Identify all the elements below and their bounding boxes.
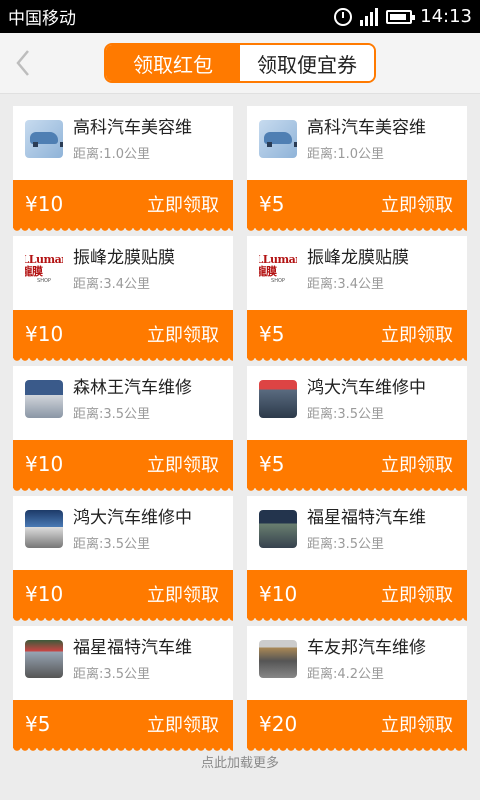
shop-photo (259, 510, 297, 548)
claim-button[interactable]: 立即领取 (381, 581, 453, 607)
coupon-value: ¥10 (25, 192, 64, 216)
status-bar: 中国移动 14:13 (0, 0, 480, 33)
coupon-card[interactable]: 高科汽车美容维 距离:1.0公里 ¥10 立即领取 (13, 106, 233, 233)
claim-button[interactable]: 立即领取 (147, 191, 219, 217)
coupon-card[interactable]: 福星福特汽车维 距离:3.5公里 ¥5 立即领取 (13, 626, 233, 753)
claim-bar[interactable]: ¥10 立即领取 (13, 570, 233, 623)
claim-bar[interactable]: ¥10 立即领取 (13, 180, 233, 233)
car-icon (259, 120, 297, 158)
load-more-link[interactable]: 点此加载更多 (0, 752, 480, 771)
coupon-grid: 高科汽车美容维 距离:1.0公里 ¥10 立即领取 高科汽车美容维 距离:1.0… (13, 106, 467, 753)
coupon-value: ¥5 (259, 322, 285, 346)
car-icon (25, 120, 63, 158)
shop-distance: 距离:3.5公里 (73, 667, 151, 682)
claim-button[interactable]: 立即领取 (147, 321, 219, 347)
carrier-name: 中国移动 (8, 9, 76, 29)
alarm-icon (334, 7, 353, 26)
claim-bar[interactable]: ¥10 立即领取 (13, 310, 233, 363)
shop-distance: 距离:1.0公里 (73, 147, 151, 162)
tab-switcher: 领取红包 领取便宜券 (104, 43, 376, 83)
shop-distance: 距离:3.4公里 (73, 277, 151, 292)
shop-distance: 距离:4.2公里 (307, 667, 385, 682)
claim-bar[interactable]: ¥5 立即领取 (247, 310, 467, 363)
claim-button[interactable]: 立即领取 (147, 711, 219, 737)
claim-button[interactable]: 立即领取 (381, 711, 453, 737)
signal-icon (360, 7, 379, 26)
shop-photo (25, 640, 63, 678)
header: 领取红包 领取便宜券 (0, 33, 480, 94)
claim-bar[interactable]: ¥5 立即领取 (247, 440, 467, 493)
claim-button[interactable]: 立即领取 (147, 451, 219, 477)
claim-bar[interactable]: ¥10 立即领取 (247, 570, 467, 623)
shop-name: 鸿大汽车维修中 (73, 508, 192, 528)
claim-bar[interactable]: ¥5 立即领取 (13, 700, 233, 753)
shop-photo (259, 380, 297, 418)
shop-distance: 距离:3.5公里 (307, 407, 385, 422)
coupon-value: ¥5 (259, 192, 285, 216)
coupon-card[interactable]: 福星福特汽车维 距离:3.5公里 ¥10 立即领取 (247, 496, 467, 623)
shop-name: 鸿大汽车维修中 (307, 378, 426, 398)
tab-discount-coupon[interactable]: 领取便宜券 (240, 45, 374, 81)
tab-red-packet[interactable]: 领取红包 (106, 45, 240, 81)
shop-distance: 距离:1.0公里 (307, 147, 385, 162)
coupon-card[interactable]: 森林王汽车维修 距离:3.5公里 ¥10 立即领取 (13, 366, 233, 493)
shop-name: 高科汽车美容维 (307, 118, 426, 138)
coupon-value: ¥20 (259, 712, 298, 736)
claim-button[interactable]: 立即领取 (147, 581, 219, 607)
shop-name: 高科汽车美容维 (73, 118, 192, 138)
shop-distance: 距离:3.4公里 (307, 277, 385, 292)
shop-name: 振峰龙膜贴膜 (307, 248, 409, 268)
shop-name: 振峰龙膜贴膜 (73, 248, 175, 268)
shop-distance: 距离:3.5公里 (73, 537, 151, 552)
coupon-card[interactable]: 高科汽车美容维 距离:1.0公里 ¥5 立即领取 (247, 106, 467, 233)
shop-name: 福星福特汽车维 (307, 508, 426, 528)
claim-bar[interactable]: ¥5 立即领取 (247, 180, 467, 233)
coupon-card[interactable]: LLumar龍膜SHOP 振峰龙膜贴膜 距离:3.4公里 ¥5 立即领取 (247, 236, 467, 363)
coupon-value: ¥10 (25, 322, 64, 346)
shop-distance: 距离:3.5公里 (73, 407, 151, 422)
llumar-logo: LLumar龍膜SHOP (25, 250, 63, 288)
coupon-value: ¥5 (259, 452, 285, 476)
coupon-value: ¥10 (259, 582, 298, 606)
coupon-value: ¥5 (25, 712, 51, 736)
claim-bar[interactable]: ¥10 立即领取 (13, 440, 233, 493)
chevron-left-icon (16, 50, 29, 76)
coupon-card[interactable]: 鸿大汽车维修中 距离:3.5公里 ¥5 立即领取 (247, 366, 467, 493)
shop-photo (25, 380, 63, 418)
clock: 14:13 (420, 6, 472, 27)
coupon-value: ¥10 (25, 582, 64, 606)
coupon-card[interactable]: LLumar龍膜SHOP 振峰龙膜贴膜 距离:3.4公里 ¥10 立即领取 (13, 236, 233, 363)
coupon-card[interactable]: 鸿大汽车维修中 距离:3.5公里 ¥10 立即领取 (13, 496, 233, 623)
coupon-value: ¥10 (25, 452, 64, 476)
shop-photo (259, 640, 297, 678)
claim-button[interactable]: 立即领取 (381, 451, 453, 477)
llumar-logo: LLumar龍膜SHOP (259, 250, 297, 288)
shop-photo (25, 510, 63, 548)
shop-name: 福星福特汽车维 (73, 638, 192, 658)
battery-icon (386, 9, 416, 24)
claim-button[interactable]: 立即领取 (381, 321, 453, 347)
shop-distance: 距离:3.5公里 (307, 537, 385, 552)
claim-button[interactable]: 立即领取 (381, 191, 453, 217)
coupon-card[interactable]: 车友邦汽车维修 距离:4.2公里 ¥20 立即领取 (247, 626, 467, 753)
shop-name: 车友邦汽车维修 (307, 638, 426, 658)
claim-bar[interactable]: ¥20 立即领取 (247, 700, 467, 753)
shop-name: 森林王汽车维修 (73, 378, 192, 398)
back-button[interactable] (6, 45, 40, 81)
